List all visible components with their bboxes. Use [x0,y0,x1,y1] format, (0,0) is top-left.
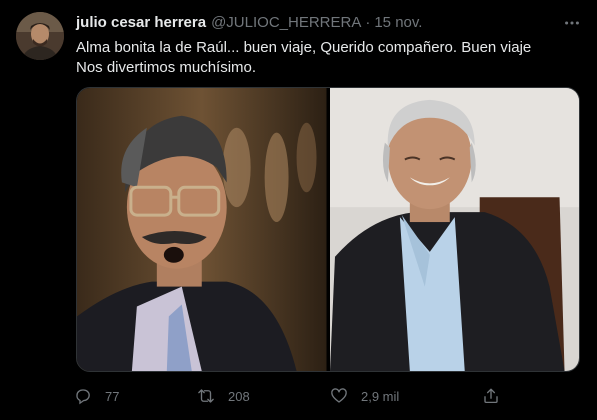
like-button[interactable]: 2,9 mil [330,387,399,405]
retweet-button[interactable]: 208 [197,387,250,405]
retweet-count: 208 [228,388,250,404]
tweet: julio cesar herrera @JULIOC_HERRERA · 15… [0,0,597,420]
media-grid [76,87,580,372]
user-handle[interactable]: @JULIOC_HERRERA [211,14,361,31]
timestamp[interactable]: 15 nov. [374,14,422,31]
share-button[interactable] [482,387,500,405]
reply-icon [76,389,90,405]
tweet-header: julio cesar herrera @JULIOC_HERRERA · 15… [76,14,557,32]
photo-right[interactable] [329,88,579,371]
retweet-icon [198,389,214,403]
tweet-text: Alma bonita la de Raúl... buen viaje, Qu… [76,38,581,78]
display-name[interactable]: julio cesar herrera [76,14,206,31]
more-options-button[interactable] [561,12,583,34]
heart-icon [331,388,347,403]
avatar[interactable] [16,12,64,60]
tweet-text-line: Alma bonita la de Raúl... buen viaje, Qu… [76,39,532,56]
reply-count: 77 [105,388,120,404]
separator: · [365,14,371,31]
photo-left[interactable] [77,88,327,371]
reply-button[interactable]: 77 [74,387,119,405]
more-dots-icon [565,21,579,25]
like-count: 2,9 mil [361,388,400,404]
tweet-text-line: Nos divertimos muchísimo. [76,59,257,76]
tweet-actions: 77 208 2,9 mil [74,383,504,409]
share-icon [484,388,498,404]
